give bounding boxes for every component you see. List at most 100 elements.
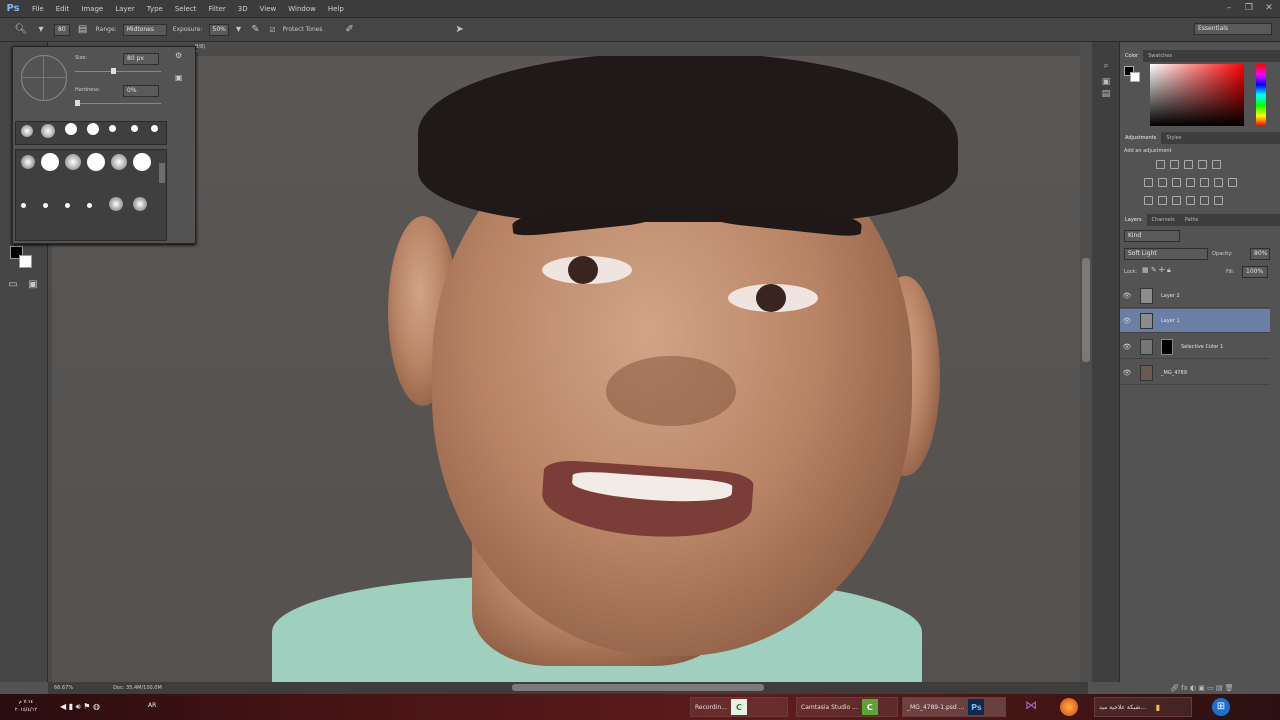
tab-color[interactable]: Color bbox=[1120, 50, 1144, 62]
layer-kind-filter[interactable]: Kind bbox=[1124, 230, 1180, 242]
tab-adjustments[interactable]: Adjustments bbox=[1120, 132, 1162, 144]
background-color-swatch[interactable] bbox=[19, 255, 32, 268]
brush-preset-hard-12[interactable] bbox=[87, 203, 92, 208]
levels-icon[interactable] bbox=[1170, 160, 1179, 169]
brush-preset-scroll-thumb[interactable] bbox=[159, 163, 165, 183]
black-white-icon[interactable] bbox=[1172, 178, 1181, 187]
brush-preset-soft-7[interactable] bbox=[133, 197, 147, 211]
color-lookup-icon[interactable] bbox=[1214, 178, 1223, 187]
tab-swatches[interactable]: Swatches bbox=[1143, 50, 1177, 62]
brush-preset-soft-2[interactable] bbox=[41, 124, 55, 138]
selective-color-icon[interactable] bbox=[1172, 196, 1181, 205]
curves-icon[interactable] bbox=[1184, 160, 1193, 169]
brush-size-slider[interactable] bbox=[75, 71, 161, 72]
taskbar-photoshop[interactable]: _MG_4789-1.psd ... Ps bbox=[902, 697, 1006, 717]
brush-settings-gear-icon[interactable]: ⚙ bbox=[175, 51, 182, 60]
language-indicator[interactable]: AR bbox=[148, 702, 156, 709]
invert-icon[interactable] bbox=[1228, 178, 1237, 187]
workspace-select[interactable]: Essentials bbox=[1194, 23, 1272, 35]
brush-preset-picker-icon[interactable]: ▾ bbox=[34, 23, 48, 37]
brush-preset-popup[interactable]: Size: 80 px Hardness: 0% ⚙ ▣ bbox=[12, 46, 196, 244]
zoom-level[interactable]: 66.67% bbox=[54, 685, 73, 691]
visual-studio-icon[interactable]: ⋈ bbox=[1022, 698, 1040, 716]
exposure-dropdown-icon[interactable]: ▾ bbox=[235, 23, 243, 37]
menu-type[interactable]: Type bbox=[141, 5, 169, 13]
opacity-field[interactable]: 80% bbox=[1250, 248, 1270, 260]
brush-preset-hard-6[interactable] bbox=[41, 153, 59, 171]
layer-row-layer-2[interactable]: 👁︎ Layer 2 bbox=[1120, 284, 1270, 308]
taskbar-recording[interactable]: Recordin... C bbox=[690, 697, 788, 717]
visibility-eye-icon[interactable]: 👁︎ bbox=[1120, 369, 1134, 377]
properties-panel-icon[interactable]: ▤ bbox=[1100, 88, 1112, 100]
color-balance-icon[interactable] bbox=[1158, 178, 1167, 187]
menu-image[interactable]: Image bbox=[75, 5, 109, 13]
visibility-eye-icon[interactable]: 👁︎ bbox=[1120, 292, 1134, 300]
color-picker-field[interactable] bbox=[1150, 64, 1244, 126]
brush-preset-soft-5[interactable] bbox=[111, 154, 127, 170]
brush-size-slider-knob[interactable] bbox=[111, 68, 117, 74]
taskbar-camtasia-studio[interactable]: Camtasia Studio ... C bbox=[796, 697, 898, 717]
hdr-toning-icon[interactable] bbox=[1214, 196, 1223, 205]
menu-filter[interactable]: Filter bbox=[202, 5, 231, 13]
document-canvas[interactable] bbox=[48, 42, 1088, 682]
layer-row-layer-1[interactable]: 👁︎ Layer 1 bbox=[1120, 309, 1270, 333]
brush-preset-hard-3[interactable] bbox=[109, 125, 116, 132]
taskbar-explorer-folder[interactable]: شبكة علاجية ميد... ▮ bbox=[1094, 697, 1192, 717]
dodge-tool-icon[interactable]: 🔍︎ bbox=[14, 23, 28, 37]
photo-filter-icon[interactable] bbox=[1186, 178, 1195, 187]
shadows-highlights-icon[interactable] bbox=[1200, 196, 1209, 205]
menu-file[interactable]: File bbox=[26, 5, 50, 13]
channel-mixer-icon[interactable] bbox=[1200, 178, 1209, 187]
tab-layers[interactable]: Layers bbox=[1120, 214, 1147, 226]
blend-mode-select[interactable]: Soft Light bbox=[1124, 248, 1208, 260]
firefox-icon[interactable] bbox=[1060, 698, 1078, 716]
restore-button[interactable]: ❐ bbox=[1242, 2, 1256, 14]
brush-size-value[interactable]: 80 px bbox=[123, 53, 159, 65]
brush-preset-hard-1[interactable] bbox=[65, 123, 77, 135]
layer-row-mg-4789[interactable]: 👁︎ _MG_4789 bbox=[1120, 361, 1270, 385]
tab-styles[interactable]: Styles bbox=[1161, 132, 1186, 144]
pressure-icon[interactable]: ✐ bbox=[343, 23, 357, 37]
layer-row-selective-color-1[interactable]: 👁︎ Selective Color 1 bbox=[1120, 335, 1270, 359]
color-panel-background-swatch[interactable] bbox=[1130, 72, 1140, 82]
brush-preset-hard-4[interactable] bbox=[131, 125, 138, 132]
start-button-icon[interactable]: ⊞ bbox=[1212, 698, 1230, 716]
close-button[interactable]: ✕ bbox=[1262, 2, 1276, 14]
brush-hardness-slider[interactable] bbox=[75, 103, 161, 104]
layer-mask-thumbnail[interactable] bbox=[1161, 338, 1173, 355]
threshold-icon[interactable] bbox=[1158, 196, 1167, 205]
brightness-contrast-icon[interactable] bbox=[1156, 160, 1165, 169]
brush-hardness-slider-knob[interactable] bbox=[75, 100, 80, 106]
history-panel-icon[interactable]: ⌕ bbox=[1100, 60, 1112, 72]
brush-preset-hard-5[interactable] bbox=[151, 125, 158, 132]
visibility-eye-icon[interactable]: 👁︎ bbox=[1120, 317, 1134, 325]
range-select[interactable]: Midtones bbox=[122, 23, 167, 36]
canvas-vertical-scroll-thumb[interactable] bbox=[1082, 258, 1090, 362]
brush-preset-hard-2[interactable] bbox=[87, 123, 99, 135]
minimize-button[interactable]: – bbox=[1222, 2, 1236, 14]
canvas-horizontal-scroll-thumb[interactable] bbox=[512, 684, 764, 691]
tab-paths[interactable]: Paths bbox=[1180, 214, 1204, 226]
menu-select[interactable]: Select bbox=[169, 5, 203, 13]
quick-mask-icon[interactable]: ▭ bbox=[6, 278, 20, 292]
vibrance-icon[interactable] bbox=[1212, 160, 1221, 169]
lock-pixels-icon[interactable]: ▦ ✎ ✛ 🔒︎ bbox=[1142, 266, 1171, 275]
actions-panel-icon[interactable]: ▣ bbox=[1100, 76, 1112, 88]
brush-preset-hard-10[interactable] bbox=[43, 203, 48, 208]
exposure-field[interactable]: 50% bbox=[208, 23, 229, 36]
tab-channels[interactable]: Channels bbox=[1147, 214, 1180, 226]
brush-preset-hard-11[interactable] bbox=[65, 203, 70, 208]
brush-preset-soft-4[interactable] bbox=[65, 154, 81, 170]
brush-preset-soft-1[interactable] bbox=[21, 125, 33, 137]
brush-hardness-value[interactable]: 0% bbox=[123, 85, 159, 97]
hue-slider[interactable] bbox=[1256, 64, 1266, 126]
protect-tones-checkbox[interactable]: ☑ bbox=[269, 23, 277, 37]
brush-preset-hard-7[interactable] bbox=[87, 153, 105, 171]
gradient-map-icon[interactable] bbox=[1186, 196, 1195, 205]
new-brush-preset-icon[interactable]: ▣ bbox=[175, 73, 183, 82]
brush-panel-icon[interactable]: ▤ bbox=[76, 23, 90, 37]
visibility-eye-icon[interactable]: 👁︎ bbox=[1120, 343, 1134, 351]
hue-saturation-icon[interactable] bbox=[1144, 178, 1153, 187]
canvas-vertical-scrollbar[interactable] bbox=[1080, 42, 1092, 682]
taskbar-clock[interactable]: ٧:١٤ م ٢٠١٥/٤/١٢ bbox=[4, 698, 48, 714]
